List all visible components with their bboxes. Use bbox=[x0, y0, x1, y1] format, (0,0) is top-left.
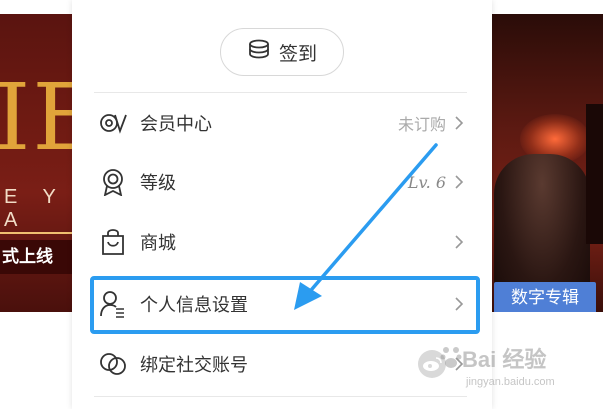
menu-item-level[interactable]: 等级 Lv. 6 bbox=[94, 156, 470, 208]
menu-item-bind-social[interactable]: 绑定社交账号 bbox=[94, 338, 470, 390]
vip-status: 未订购 bbox=[397, 115, 446, 134]
user-menu-panel: 签到 会员中心 未订购 等级 Lv. 6 商城 个人信息设置 绑定社交账号 bbox=[72, 0, 492, 409]
menu-item-label: 等级 bbox=[140, 173, 176, 194]
paw-logo-icon bbox=[440, 347, 462, 368]
chevron-right-icon bbox=[455, 235, 464, 249]
menu-item-vip-center[interactable]: 会员中心 未订购 bbox=[94, 97, 470, 149]
vip-icon bbox=[98, 108, 128, 138]
banner-launch-text: 式上线 bbox=[0, 240, 74, 274]
right-banner-image[interactable]: 数字专辑 bbox=[490, 14, 603, 312]
menu-divider-bottom bbox=[94, 396, 467, 397]
level-value: Lv. 6 bbox=[407, 172, 446, 192]
signin-button[interactable]: 签到 bbox=[220, 28, 344, 76]
link-icon bbox=[98, 349, 128, 379]
chevron-right-icon bbox=[455, 116, 464, 130]
digital-album-tag[interactable]: 数字专辑 bbox=[494, 282, 596, 312]
menu-divider-top bbox=[94, 92, 467, 93]
watermark-main: Bai 经验 bbox=[462, 347, 547, 372]
baidu-jingyan-watermark: Bai 经验 jingyan.baidu.com bbox=[440, 342, 590, 402]
watermark-sub: jingyan.baidu.com bbox=[466, 376, 555, 388]
menu-item-label: 商城 bbox=[140, 233, 176, 254]
menu-item-mall[interactable]: 商城 bbox=[94, 216, 470, 268]
highlight-box bbox=[90, 276, 480, 334]
chevron-right-icon bbox=[455, 175, 464, 189]
menu-item-label: 绑定社交账号 bbox=[140, 355, 248, 376]
banner-side-strip bbox=[586, 104, 603, 244]
signin-label: 签到 bbox=[278, 42, 317, 65]
menu-item-label: 会员中心 bbox=[140, 114, 212, 135]
medal-icon bbox=[98, 167, 128, 197]
shopping-bag-icon bbox=[98, 227, 128, 257]
coin-stack-icon bbox=[247, 39, 271, 66]
